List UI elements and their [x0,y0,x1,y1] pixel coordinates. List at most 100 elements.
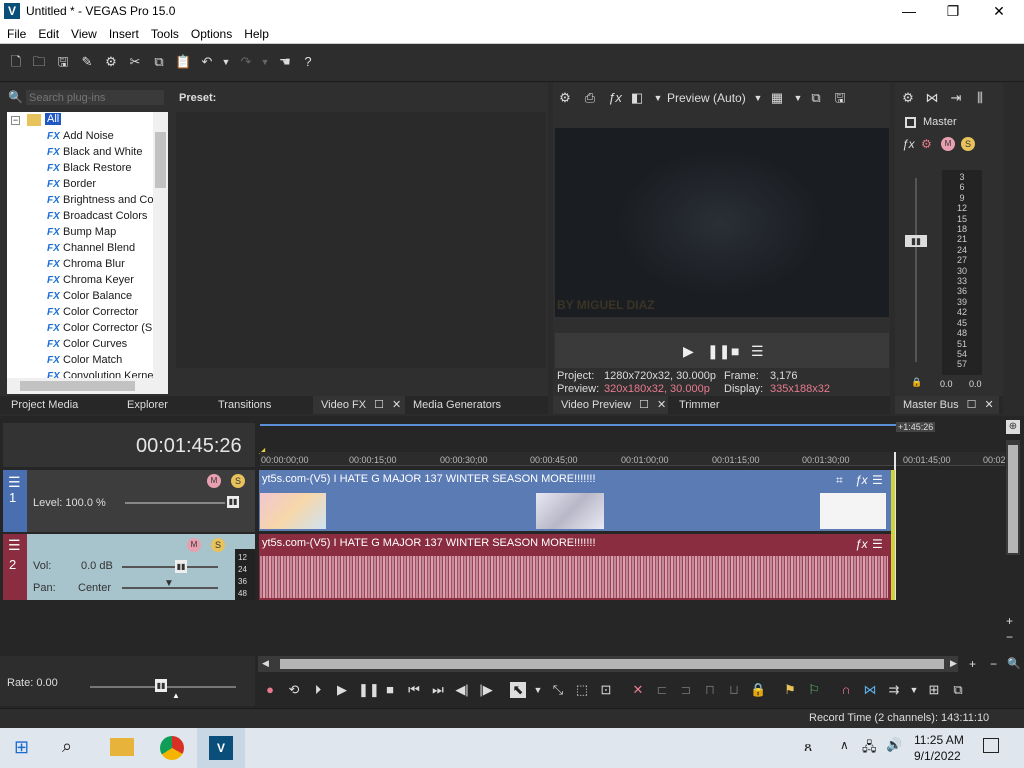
audio-mute-icon[interactable]: M [187,538,201,552]
zoom-select-tool-icon[interactable]: ⊡ [598,682,614,698]
insert-marker-icon[interactable]: ⚑ [782,682,798,698]
tab-video-fx[interactable]: Video FX ☐ ✕ [313,396,405,414]
collapse-icon[interactable]: − [11,116,20,125]
close-tab-icon[interactable]: ✕ [392,399,401,411]
fx-item[interactable]: FX Color Corrector (S [47,320,159,336]
network-icon[interactable]: 🖧 [862,738,877,760]
vol-slider-handle[interactable]: ▮▮ [175,560,187,573]
trim-end-icon[interactable]: ⊓ [702,682,718,698]
selection-tool-icon[interactable]: ⬚ [574,682,590,698]
menu-view[interactable]: View [64,24,102,43]
search-icon[interactable]: ⌕ [62,736,72,757]
fader-lock-icon[interactable]: 🔒 [911,377,922,388]
track-menu-icon[interactable]: ☰ [8,537,21,554]
fx-item[interactable]: FX Border [47,176,159,192]
zoom-out-vertical-icon[interactable]: − [1006,630,1013,644]
fx-item[interactable]: FX Color Curves [47,336,159,352]
level-slider-handle[interactable]: ▮▮ [227,496,239,508]
expand-ruler-icon[interactable]: ⊕ [1006,420,1020,434]
pointer-tool-icon[interactable]: ☚ [277,54,293,70]
pause-icon[interactable]: ❚❚ [358,682,380,698]
fx-item[interactable]: FX Channel Blend [47,240,159,256]
show-hidden-icons-icon[interactable]: ∧ [840,738,849,752]
tree-hscroll-thumb[interactable] [20,381,135,391]
file-explorer-icon[interactable] [110,738,134,756]
fx-item[interactable]: FX Broadcast Colors [47,208,159,224]
pause-icon[interactable]: ❚❚ [707,343,730,360]
play-icon[interactable]: ▶ [683,343,694,360]
loop-region-bar[interactable] [260,424,896,426]
normal-edit-tool-icon[interactable]: ⬉ [510,682,526,698]
people-icon[interactable]: ጸ [804,738,812,755]
redo-icon[interactable]: ↷ [238,54,254,70]
tab-media-generators[interactable]: Media Generators [405,396,501,414]
preview-menu-icon[interactable]: ☰ [751,343,764,360]
clip-menu-icon[interactable]: ☰ [872,473,883,487]
clip-fx-icon[interactable]: ƒx [855,473,868,487]
overlays-dropdown-icon[interactable]: ▼ [790,90,806,106]
chrome-icon[interactable] [160,736,184,760]
loop-playback-icon[interactable]: ⟲ [286,682,302,698]
mute-icon[interactable]: M [941,137,955,151]
menu-file[interactable]: File [0,24,31,43]
fader-narrow-icon[interactable]: ⋈ [924,90,940,106]
vertical-scroll-thumb[interactable] [1008,445,1018,553]
fx-item[interactable]: FX Convolution Kernel [47,368,159,378]
pan-slider-handle[interactable]: ▼ [164,578,174,589]
track-menu-icon[interactable]: ☰ [8,474,21,491]
go-to-start-icon[interactable]: ⏮ [406,682,422,698]
preview-quality-select[interactable]: Preview (Auto) [667,91,746,105]
mixer-icon[interactable]: ⫼ [972,90,988,106]
undo-dropdown-icon[interactable]: ▼ [218,54,234,70]
zoom-out-time-icon[interactable]: − [990,657,997,671]
fx-item[interactable]: FX Color Balance [47,288,159,304]
undo-icon[interactable]: ↶ [199,54,215,70]
rate-slider-handle[interactable]: ▮▮ [155,679,167,692]
lock-icon[interactable]: 🔒 [750,682,766,698]
tab-transitions[interactable]: Transitions [210,396,271,414]
copy-icon[interactable]: ⧉ [151,54,167,70]
windows-start-icon[interactable]: ⊞ [14,738,32,756]
cut-icon[interactable]: ✂ [127,54,143,70]
menu-tools[interactable]: Tools [144,24,184,43]
tree-root-all[interactable]: All [45,113,62,125]
undock-icon[interactable]: ☐ [639,399,649,411]
whats-this-help-icon[interactable]: ? [300,54,316,70]
split-dropdown-icon[interactable]: ▼ [650,90,666,106]
menu-help[interactable]: Help [237,24,274,43]
undock-icon[interactable]: ☐ [374,399,384,411]
copy-snapshot-icon[interactable]: ⧉ [808,90,824,106]
device-output-icon[interactable]: ⎙ [582,90,598,106]
clip-menu-icon[interactable]: ☰ [872,537,883,551]
overlays-grid-icon[interactable]: ▦ [769,90,785,106]
split-screen-icon[interactable]: ◧ [629,90,645,106]
previous-frame-icon[interactable]: ◀| [454,682,470,698]
tab-explorer[interactable]: Explorer [119,396,168,414]
preview-properties-icon[interactable]: ⚙ [557,90,573,106]
properties-gear-icon[interactable]: ⚙ [103,54,119,70]
menu-insert[interactable]: Insert [102,24,144,43]
clock-time[interactable]: 11:25 AM [914,733,964,747]
new-file-icon[interactable]: 🗋 [8,54,24,70]
video-solo-icon[interactable]: S [231,474,245,488]
menu-options[interactable]: Options [184,24,237,43]
crop-icon[interactable]: ⌗ [836,473,843,488]
undock-icon[interactable]: ☐ [967,399,977,411]
video-fx-icon[interactable]: ƒx [607,90,623,106]
clock-date[interactable]: 9/1/2022 [914,749,961,763]
fx-item[interactable]: FX Color Corrector [47,304,159,320]
quality-dropdown-icon[interactable]: ▼ [750,90,766,106]
close-button[interactable]: ✕ [976,0,1022,24]
audio-solo-icon[interactable]: S [211,538,225,552]
fx-item[interactable]: FX Black and White [47,144,159,160]
close-tab-icon[interactable]: ✕ [657,399,666,411]
trim-icon[interactable]: ⊏ [654,682,670,698]
open-folder-icon[interactable]: 🗀 [31,54,47,70]
downmix-icon[interactable]: ⇥ [948,90,964,106]
video-mute-icon[interactable]: M [207,474,221,488]
master-properties-icon[interactable]: ⚙ [900,90,916,106]
tree-scroll-thumb[interactable] [155,132,166,188]
master-fx-icon[interactable]: ƒx [902,137,915,151]
scroll-left-icon[interactable]: ◀ [262,658,269,669]
edit-tool-dropdown-icon[interactable]: ▼ [530,682,546,698]
